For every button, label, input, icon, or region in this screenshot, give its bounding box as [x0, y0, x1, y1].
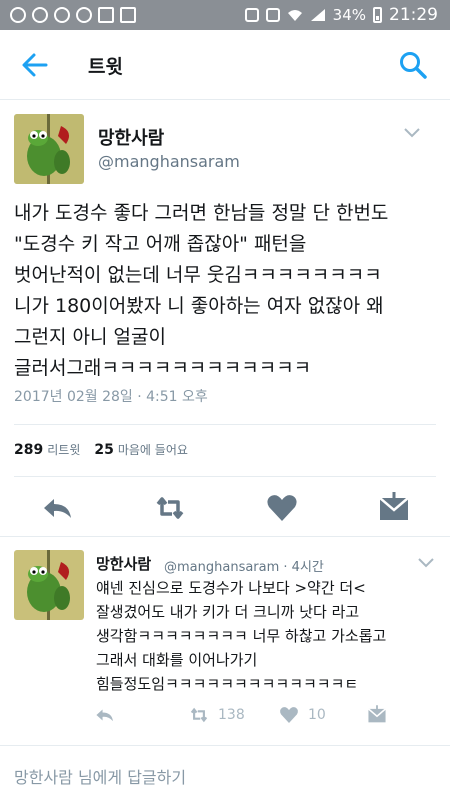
- reply-text-line: 잘생겼어도 내가 키가 더 크니까 낫다 라고: [96, 603, 360, 621]
- download-icon: [120, 7, 136, 23]
- dm-icon: [367, 705, 387, 723]
- tweet-text-line: 니가 180이어봤자 니 좋아하는 여자 없잖아 왜: [14, 295, 384, 317]
- reply-avatar[interactable]: [14, 550, 84, 620]
- reply-like-count: 10: [308, 707, 326, 723]
- tweet-text-line: 그런지 아니 얼굴이: [14, 326, 166, 348]
- heart-icon: [280, 707, 298, 723]
- avatar-image: [14, 550, 84, 620]
- tweet-timestamp: 2017년 02월 28일 · 4:51 오후: [14, 389, 208, 405]
- tweet-text-line: 내가 도경수 좋다 그러면 한남들 정말 단 한번도: [14, 202, 389, 224]
- battery-percent: 34%: [332, 6, 366, 24]
- reply-icon: [44, 499, 71, 518]
- clock: 21:29: [389, 5, 438, 25]
- divider: [14, 424, 436, 425]
- notification-icon: [32, 7, 48, 23]
- reply-text-line: 그래서 대화를 이어나가기: [96, 651, 258, 669]
- retweet-button[interactable]: [152, 490, 188, 526]
- notification-icons: [10, 7, 136, 23]
- reply-dm-button[interactable]: [366, 704, 388, 726]
- chevron-down-icon[interactable]: [404, 128, 420, 138]
- author-name[interactable]: 망한사람: [98, 124, 164, 150]
- wifi-icon: [287, 10, 302, 21]
- tweet-text-line: 벗어난적이 없는데 너무 웃김ㅋㅋㅋㅋㅋㅋㅋㅋ: [14, 264, 382, 286]
- battery-icon: [373, 7, 382, 23]
- reply-icon: [96, 709, 113, 722]
- divider: [14, 476, 436, 477]
- reply-text: 얘넨 진심으로 도경수가 나보다 >약간 더< 잘생겼어도 내가 키가 더 크니…: [96, 576, 438, 696]
- mute-icon: [244, 8, 259, 22]
- retweet-count: 289: [14, 442, 44, 458]
- reply-text-line: 힘들정도임ㅋㅋㅋㅋㅋㅋㅋㅋㅋㅋㅋㅋㅋㅌ: [96, 675, 359, 693]
- reply-author-handle[interactable]: @manghansaram · 4시간: [164, 556, 324, 575]
- page-title: 트윗: [88, 56, 123, 78]
- reply-composer[interactable]: 망한사람 님에게 답글하기: [0, 745, 450, 800]
- heart-icon: [267, 495, 297, 521]
- notification-icon: [76, 7, 92, 23]
- like-stat[interactable]: 25 마음에 들어요: [94, 441, 188, 458]
- tweet-text-line: 글러서그래ㅋㅋㅋㅋㅋㅋㅋㅋㅋㅋㅋㅋ: [14, 357, 312, 379]
- reply-retweet-count: 138: [218, 707, 245, 723]
- retweet-stat[interactable]: 289 리트윗: [14, 441, 80, 458]
- avatar[interactable]: [14, 114, 84, 184]
- avatar-image: [14, 114, 84, 184]
- dm-button[interactable]: [376, 490, 412, 526]
- status-bar: 34% 21:29: [0, 0, 450, 30]
- tweet-actions: [0, 490, 450, 526]
- tweet-text: 내가 도경수 좋다 그러면 한남들 정말 단 한번도 "도경수 키 작고 어깨 …: [14, 198, 442, 384]
- reply-like-button[interactable]: 10: [278, 704, 326, 726]
- reply-actions: 138 10: [94, 704, 424, 728]
- reply-button[interactable]: [40, 490, 76, 526]
- chevron-down-icon[interactable]: [418, 558, 434, 568]
- notification-icon: [54, 7, 70, 23]
- retweet-icon: [156, 497, 184, 519]
- notification-icon: [10, 7, 26, 23]
- like-count: 25: [94, 442, 114, 458]
- divider: [0, 536, 450, 537]
- reply-author-name[interactable]: 망한사람: [96, 553, 151, 574]
- tweet-text-line: "도경수 키 작고 어깨 좁잖아" 패턴을: [14, 233, 307, 255]
- reply-text-line: 얘넨 진심으로 도경수가 나보다 >약간 더<: [96, 579, 366, 597]
- image-icon: [98, 7, 114, 23]
- dm-icon: [379, 492, 409, 520]
- reply-input-placeholder[interactable]: 망한사람 님에게 답글하기: [14, 764, 186, 788]
- search-icon[interactable]: [398, 50, 428, 80]
- like-button[interactable]: [264, 490, 300, 526]
- tweet-stats: 289 리트윗 25 마음에 들어요: [14, 441, 188, 458]
- like-label: 마음에 들어요: [117, 443, 188, 457]
- back-arrow-icon[interactable]: [20, 51, 50, 79]
- signal-icon: [310, 9, 325, 21]
- reply-retweet-button[interactable]: 138: [188, 704, 245, 726]
- retweet-icon: [190, 707, 208, 723]
- retweet-label: 리트윗: [47, 443, 81, 457]
- reply-reply-button[interactable]: [94, 704, 116, 726]
- reply-text-line: 생각함ㅋㅋㅋㅋㅋㅋㅋㅋ 너무 하찮고 가소롭고: [96, 627, 387, 645]
- app-bar: 트윗: [0, 30, 450, 100]
- alarm-icon: [265, 8, 280, 22]
- author-handle[interactable]: @manghansaram: [98, 152, 240, 171]
